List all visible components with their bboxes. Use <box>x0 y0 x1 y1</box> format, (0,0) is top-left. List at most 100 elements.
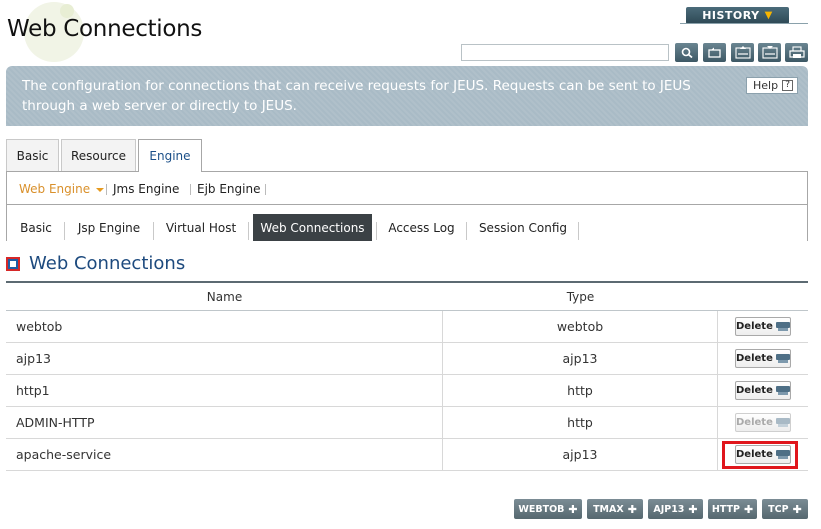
section-title: Web Connections <box>29 253 186 274</box>
delete-label: Delete <box>736 385 773 396</box>
delete-icon <box>775 449 790 460</box>
caret-down-icon <box>96 187 105 192</box>
subnav-web-engine[interactable]: Web Engine <box>19 182 105 196</box>
add-button-label: HTTP <box>711 503 740 515</box>
section-tab-divider <box>64 222 65 240</box>
tab-engine[interactable]: Engine <box>138 139 202 172</box>
section-tab-divider <box>466 222 467 240</box>
section-tab-access-log[interactable]: Access Log <box>381 215 462 241</box>
subnav-divider <box>190 184 191 195</box>
search-input[interactable] <box>461 44 669 61</box>
section-tab-jsp-engine[interactable]: Jsp Engine <box>69 215 149 241</box>
cell-type: ajp13 <box>443 439 718 470</box>
cell-actions: Delete <box>718 375 808 406</box>
section-tab-label: Access Log <box>388 221 455 235</box>
cell-type: webtob <box>443 311 718 342</box>
table-row: apache-service ajp13 Delete <box>6 439 808 471</box>
section-tab-label: Session Config <box>478 221 568 235</box>
xml-import-icon <box>761 46 778 59</box>
engine-subnav: Web Engine Jms Engine Ejb Engine <box>6 171 808 205</box>
section-tab-web-connections[interactable]: Web Connections <box>253 214 372 241</box>
add-button-label: TCP <box>768 503 789 515</box>
xml-import-button[interactable] <box>758 43 781 62</box>
table-row: ajp13 ajp13 Delete <box>6 343 808 375</box>
print-icon <box>788 46 805 58</box>
delete-icon <box>775 385 790 396</box>
help-button[interactable]: Help ? <box>746 77 799 94</box>
subnav-label: Ejb Engine <box>197 182 261 196</box>
question-icon: ? <box>782 80 794 91</box>
table-row: webtob webtob Delete <box>6 311 808 343</box>
column-header-type[interactable]: Type <box>443 283 718 310</box>
page-title: Web Connections <box>7 16 203 42</box>
cell-actions: Delete <box>718 439 808 470</box>
cell-actions: Delete <box>718 407 808 438</box>
delete-button[interactable]: Delete <box>735 349 791 368</box>
web-connections-table: Name Type webtob webtob Delete ajp13 ajp… <box>6 281 808 471</box>
cell-name[interactable]: http1 <box>6 375 443 406</box>
tab-label: Resource <box>70 148 127 163</box>
subnav-divider <box>106 184 107 195</box>
history-label: HISTORY <box>702 9 760 22</box>
column-header-actions <box>718 283 808 310</box>
xml-export-icon <box>734 46 751 59</box>
cell-name[interactable]: ajp13 <box>6 343 443 374</box>
chevron-down-icon: ▼ <box>764 10 773 21</box>
delete-label: Delete <box>736 353 773 364</box>
reload-icon <box>708 47 721 58</box>
search-icon <box>681 47 693 58</box>
cell-name[interactable]: ADMIN-HTTP <box>6 407 443 438</box>
description-banner: The configuration for connections that c… <box>6 66 808 126</box>
history-divider <box>680 23 808 24</box>
plus-icon: ✚ <box>568 502 578 516</box>
subnav-label: Web Engine <box>19 182 91 196</box>
cell-actions: Delete <box>718 343 808 374</box>
plus-icon: ✚ <box>792 502 802 516</box>
reload-button[interactable] <box>703 43 726 62</box>
subnav-jms-engine[interactable]: Jms Engine <box>113 182 179 196</box>
cell-actions: Delete <box>718 311 808 342</box>
table-header: Name Type <box>6 281 808 311</box>
tab-label: Engine <box>149 149 191 163</box>
subnav-ejb-engine[interactable]: Ejb Engine <box>197 182 260 196</box>
subnav-divider <box>265 184 266 195</box>
delete-icon <box>775 321 790 332</box>
history-button[interactable]: HISTORY ▼ <box>686 7 789 24</box>
cell-name[interactable]: webtob <box>6 311 443 342</box>
add-ajp13-button[interactable]: AJP13 ✚ <box>648 499 703 519</box>
subnav-label: Jms Engine <box>113 182 180 196</box>
search-button[interactable] <box>675 43 698 62</box>
delete-button-disabled: Delete <box>735 413 791 432</box>
delete-button[interactable]: Delete <box>735 317 791 336</box>
add-tcp-button[interactable]: TCP ✚ <box>762 499 808 519</box>
section-tab-basic[interactable]: Basic <box>12 215 60 241</box>
section-tab-divider <box>578 222 579 240</box>
section-bullet-icon <box>6 257 20 271</box>
cell-type: http <box>443 407 718 438</box>
xml-export-button[interactable] <box>731 43 754 62</box>
description-text: The configuration for connections that c… <box>22 78 691 114</box>
delete-label: Delete <box>736 417 773 428</box>
section-tab-session-config[interactable]: Session Config <box>471 215 575 241</box>
section-tab-label: Virtual Host <box>165 221 237 235</box>
tab-basic[interactable]: Basic <box>6 139 59 171</box>
add-button-label: WEBTOB <box>518 503 565 515</box>
section-tab-divider <box>376 222 377 240</box>
column-header-name[interactable]: Name <box>6 283 443 310</box>
section-tab-virtual-host[interactable]: Virtual Host <box>158 215 244 241</box>
delete-label: Delete <box>736 321 773 332</box>
add-tmax-button[interactable]: TMAX ✚ <box>587 499 643 519</box>
add-button-label: TMAX <box>593 503 624 515</box>
table-row: http1 http Delete <box>6 375 808 407</box>
cell-type: http <box>443 375 718 406</box>
tab-resource[interactable]: Resource <box>61 139 136 171</box>
add-button-label: AJP13 <box>653 503 685 515</box>
add-http-button[interactable]: HTTP ✚ <box>708 499 757 519</box>
print-button[interactable] <box>785 43 808 62</box>
cell-name[interactable]: apache-service <box>6 439 443 470</box>
section-tab-divider <box>153 222 154 240</box>
cell-type: ajp13 <box>443 343 718 374</box>
delete-button[interactable]: Delete <box>735 381 791 400</box>
plus-icon: ✚ <box>627 502 637 516</box>
add-webtob-button[interactable]: WEBTOB ✚ <box>514 499 582 519</box>
